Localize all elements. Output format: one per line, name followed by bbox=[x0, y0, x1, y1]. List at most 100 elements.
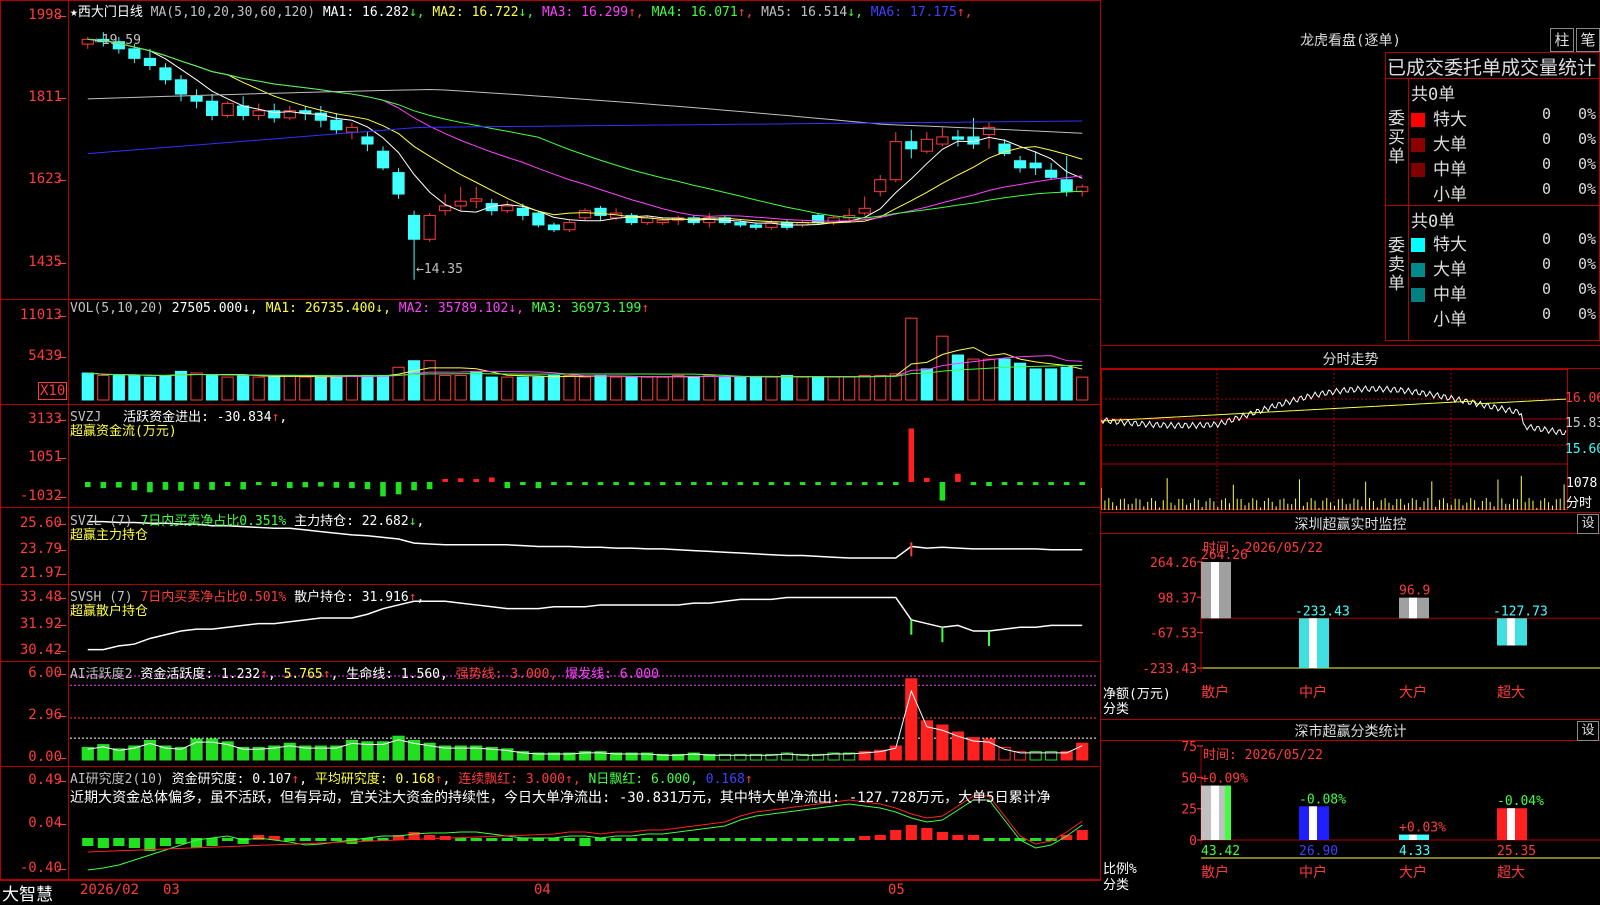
buy-row-count-0: 0 bbox=[1542, 105, 1552, 123]
fs-canvas bbox=[1101, 369, 1568, 510]
cls-bar-accent bbox=[1225, 785, 1231, 840]
vol-bar bbox=[951, 354, 965, 401]
row-name: 小单 bbox=[1433, 185, 1467, 205]
vol-bar bbox=[796, 376, 809, 401]
ma6-arrow: ↑, bbox=[956, 5, 973, 20]
cls-bar-highlight bbox=[1507, 808, 1515, 840]
candle-body bbox=[128, 48, 141, 59]
ma1-arrow: ↓, bbox=[408, 5, 425, 20]
row-name: 大单 bbox=[1433, 260, 1467, 280]
candle-body bbox=[1045, 169, 1058, 178]
svzj-bar bbox=[349, 482, 355, 489]
ai1-strong: 强势线: 3.000 bbox=[455, 667, 550, 682]
ai1-activity: 资金活跃度: 1.232 bbox=[140, 667, 261, 682]
svzj-bar bbox=[426, 482, 433, 490]
sz-bar-group bbox=[1497, 618, 1527, 646]
candle-body bbox=[361, 136, 374, 145]
cls-bar-group bbox=[1497, 808, 1527, 840]
vol-bar bbox=[827, 376, 840, 401]
sell-row-pct-2: 0% bbox=[1578, 280, 1597, 298]
svzl-hold: 主力持仓: 22.682 bbox=[294, 514, 409, 529]
color-swatch bbox=[1411, 188, 1425, 202]
cls-settings-button[interactable]: 设 bbox=[1577, 721, 1599, 741]
ai1-tickmark-1 bbox=[58, 716, 66, 717]
vol-bar bbox=[1045, 368, 1058, 401]
vol-bar bbox=[547, 374, 561, 401]
cls-ytick: 75 bbox=[1181, 740, 1197, 755]
brand-label: 大智慧 bbox=[2, 885, 53, 905]
fs-vol: 1078 bbox=[1566, 476, 1598, 491]
svzj-bar bbox=[318, 482, 324, 487]
sz-cat-label: 分类 bbox=[1103, 702, 1130, 717]
ma4-value: MA4: 16.071 bbox=[643, 5, 738, 20]
row-name: 大单 bbox=[1433, 135, 1467, 155]
svzj-bar bbox=[380, 482, 386, 497]
svzj-ytick-0: 3133 bbox=[28, 411, 62, 427]
ai2-green-line bbox=[87, 799, 1083, 871]
ai1-ytick-1: 2.96 bbox=[28, 707, 62, 723]
ai1-ytick-0: 6.00 bbox=[28, 665, 62, 681]
bi-button[interactable]: 笔 bbox=[1576, 28, 1600, 52]
ai2-bar bbox=[703, 838, 715, 841]
cls-ytick: 50 bbox=[1181, 771, 1197, 786]
ai2-bar bbox=[455, 838, 467, 841]
ma3-arrow: ↑, bbox=[628, 5, 644, 20]
zhu-button[interactable]: 柱 bbox=[1550, 28, 1574, 52]
candle-body bbox=[578, 210, 592, 219]
sz-cat-label: 散户 bbox=[1201, 684, 1229, 701]
svzj-bar bbox=[178, 482, 184, 491]
vol-value: 27505.000 bbox=[171, 301, 243, 316]
svzj-bar bbox=[768, 482, 775, 485]
vol-label: VOL(5,10,20) bbox=[70, 301, 164, 316]
buy-row-count-3: 0 bbox=[1542, 180, 1552, 198]
main-tickmark-3 bbox=[58, 263, 66, 264]
vol-bar bbox=[361, 374, 374, 401]
cls-bar-highlight bbox=[1309, 806, 1317, 840]
ai2-bar bbox=[501, 838, 513, 841]
candle-body bbox=[454, 200, 467, 207]
ma60-line bbox=[87, 89, 1083, 134]
ai1-tickmark-0 bbox=[58, 674, 66, 675]
svzj-bar bbox=[846, 482, 852, 485]
x-label-mar: 03 bbox=[163, 882, 180, 898]
svzj-bar bbox=[815, 482, 821, 485]
vol-bar bbox=[516, 376, 529, 401]
fs-title: 分时走势 bbox=[1322, 352, 1379, 368]
vol-bar bbox=[858, 374, 871, 401]
sz-ytick: -67.53 bbox=[1150, 627, 1197, 642]
vol-bar bbox=[221, 376, 234, 401]
ai2-bar bbox=[284, 838, 296, 841]
ma1-value: MA1: 16.282 bbox=[322, 5, 409, 20]
svzj-bar bbox=[457, 478, 464, 482]
svzj-bar bbox=[131, 482, 138, 491]
ai2-bar bbox=[672, 838, 684, 841]
sell-row-0: 特大 bbox=[1411, 230, 1467, 255]
ai2-tickmark-1 bbox=[58, 824, 66, 825]
ai1-lifeline: 生命线: 1.560 bbox=[346, 667, 441, 682]
vol-bar bbox=[283, 374, 296, 401]
ai1-tickmark-2 bbox=[58, 758, 66, 759]
ai1-label: AI活跃度2 bbox=[70, 667, 133, 682]
vol-bar bbox=[97, 374, 110, 401]
cls-bar-group bbox=[1299, 806, 1329, 840]
svzl-tickmark-1 bbox=[58, 550, 66, 551]
svzj-bar bbox=[582, 482, 588, 485]
buy-row-0: 特大 bbox=[1411, 105, 1467, 130]
ai2-bar bbox=[315, 838, 327, 841]
color-swatch bbox=[1411, 238, 1425, 252]
svzj-bar bbox=[1048, 482, 1054, 485]
ai2-bar bbox=[859, 836, 871, 840]
candle-body bbox=[951, 136, 965, 140]
sz-settings-button[interactable]: 设 bbox=[1577, 514, 1599, 534]
vol-tickmark-1 bbox=[58, 357, 66, 358]
sz-bar-label: 264.26 bbox=[1201, 548, 1248, 563]
vol-bar bbox=[407, 360, 421, 401]
svsh-line bbox=[87, 596, 1083, 651]
main-ytick-0: 1998 bbox=[28, 7, 62, 23]
cls-bar-change: -0.04% bbox=[1497, 794, 1544, 809]
svzj-bar bbox=[799, 482, 806, 485]
ai2-bar bbox=[905, 825, 917, 840]
vol-bar bbox=[454, 374, 467, 401]
ai2-bar bbox=[936, 832, 948, 840]
sz-ytick: 98.37 bbox=[1158, 591, 1197, 606]
